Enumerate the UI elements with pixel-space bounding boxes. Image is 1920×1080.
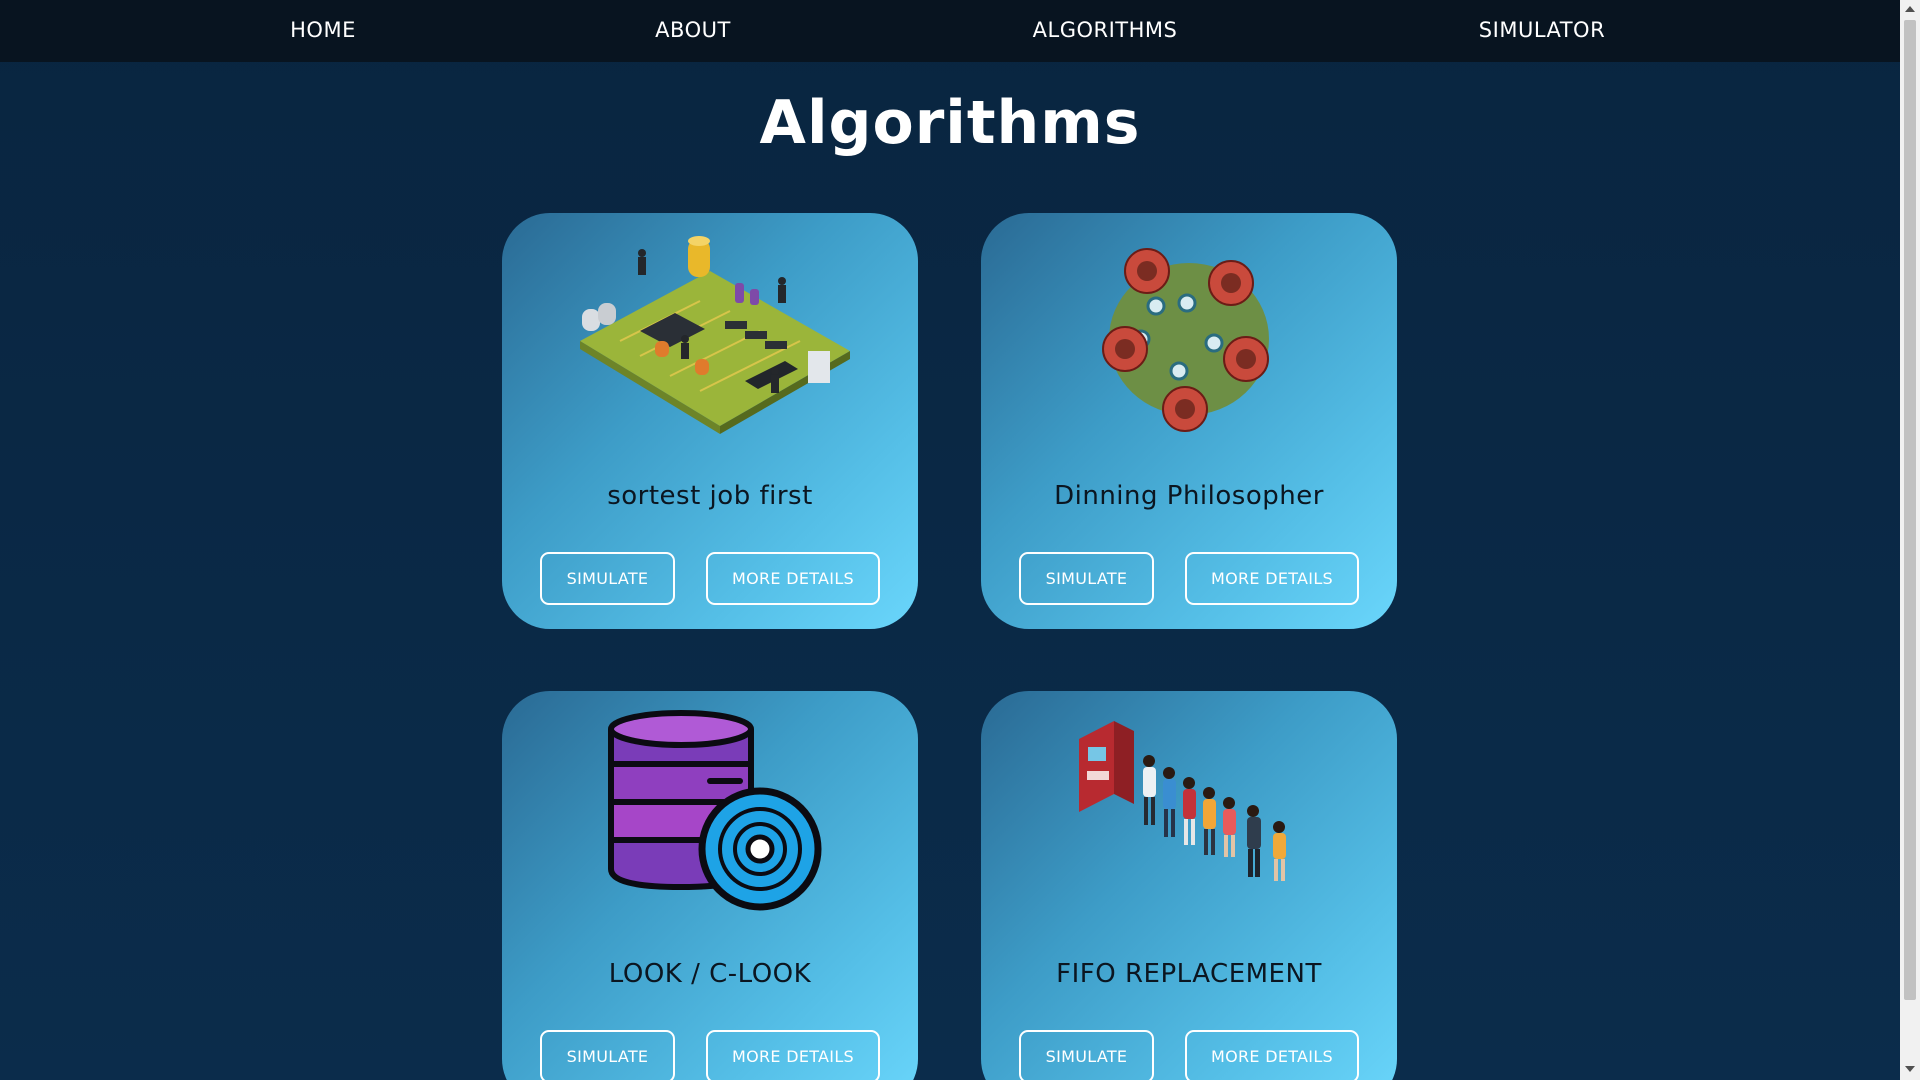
algorithm-card-dining-philosopher: Dinning Philosopher SIMULATE MORE DETAIL… [981, 213, 1397, 629]
simulate-button[interactable]: SIMULATE [540, 1030, 675, 1080]
algorithm-card-sjf: sortest job first SIMULATE MORE DETAILS [502, 213, 918, 629]
card-title: FIFO REPLACEMENT [1056, 959, 1322, 989]
simulate-button[interactable]: SIMULATE [1019, 1030, 1154, 1080]
more-details-button[interactable]: MORE DETAILS [706, 1030, 880, 1080]
more-details-button[interactable]: MORE DETAILS [1185, 552, 1359, 605]
simulate-button[interactable]: SIMULATE [1019, 552, 1154, 605]
algorithm-card-look-clook: LOOK / C-LOOK SIMULATE MORE DETAILS [502, 691, 918, 1080]
vertical-scrollbar[interactable] [1900, 0, 1920, 1080]
nav-home-link[interactable]: HOME [290, 0, 356, 62]
nav-about-link[interactable]: ABOUT [655, 0, 731, 62]
scroll-thumb[interactable] [1904, 20, 1916, 1000]
simulate-button[interactable]: SIMULATE [540, 552, 675, 605]
round-table-icon [1102, 248, 1269, 432]
more-details-button[interactable]: MORE DETAILS [706, 552, 880, 605]
page-title: Algorithms [759, 88, 1141, 158]
more-details-button[interactable]: MORE DETAILS [1185, 1030, 1359, 1080]
top-navbar: HOME ABOUT ALGORITHMS SIMULATOR [0, 0, 1900, 62]
page-viewport: HOME ABOUT ALGORITHMS SIMULATOR Algorith… [0, 0, 1920, 1080]
nav-simulator-link[interactable]: SIMULATOR [1479, 0, 1605, 62]
circuit-board-icon [580, 236, 850, 434]
scroll-down-icon[interactable] [1905, 1066, 1915, 1072]
database-disk-icon [608, 710, 822, 911]
card-title: Dinning Philosopher [1054, 481, 1324, 511]
card-title: sortest job first [607, 481, 813, 511]
algorithm-card-fifo-replacement: FIFO REPLACEMENT SIMULATE MORE DETAILS [981, 691, 1397, 1080]
card-title: LOOK / C-LOOK [608, 959, 812, 989]
scroll-up-icon[interactable] [1905, 6, 1915, 12]
atm-queue-icon [1079, 721, 1286, 881]
nav-algorithms-link[interactable]: ALGORITHMS [1033, 0, 1178, 62]
